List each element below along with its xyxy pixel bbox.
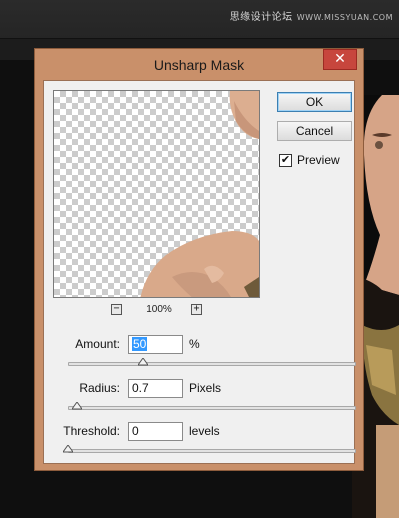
threshold-slider-thumb[interactable]: [63, 445, 73, 453]
watermark-text: 思缘设计论坛: [229, 12, 293, 23]
watermark: 思缘设计论坛 WWW.MISSYUAN.COM: [230, 8, 393, 23]
minus-icon: −: [113, 303, 120, 314]
photoshop-options-bar: 思缘设计论坛 WWW.MISSYUAN.COM: [0, 0, 399, 39]
preview-label: Preview: [297, 153, 340, 167]
watermark-url: WWW.MISSYUAN.COM: [296, 13, 393, 22]
threshold-value: 0: [132, 424, 139, 438]
radius-value: 0.7: [132, 381, 149, 395]
threshold-input[interactable]: 0: [128, 422, 183, 441]
threshold-slider-track[interactable]: [68, 449, 356, 453]
close-button[interactable]: ✕: [323, 49, 357, 70]
amount-unit: %: [189, 337, 200, 351]
close-icon: ✕: [334, 51, 346, 67]
zoom-level: 100%: [146, 304, 172, 315]
dialog-body: − 100% + OK Cancel ✔ Preview Amount: 50 …: [43, 80, 356, 464]
cancel-button[interactable]: Cancel: [277, 121, 352, 141]
radius-unit: Pixels: [189, 381, 222, 395]
zoom-out-button[interactable]: −: [111, 304, 122, 315]
ok-button[interactable]: OK: [277, 92, 352, 112]
checkmark-icon: ✔: [280, 154, 291, 166]
amount-slider-thumb[interactable]: [137, 358, 148, 366]
unsharp-mask-dialog: Unsharp Mask ✕ − 100% + OK Cancel ✔ Prev…: [34, 48, 364, 471]
radius-slider-track[interactable]: [68, 406, 356, 410]
plus-icon: +: [193, 303, 200, 314]
radius-label: Radius:: [79, 381, 120, 395]
preview-pane[interactable]: [53, 90, 260, 298]
zoom-in-button[interactable]: +: [191, 304, 202, 315]
amount-slider-track[interactable]: [68, 362, 356, 366]
radius-slider-thumb[interactable]: [71, 402, 82, 410]
dialog-titlebar[interactable]: Unsharp Mask ✕: [35, 49, 363, 79]
threshold-label: Threshold:: [63, 424, 120, 438]
preview-checkbox[interactable]: ✔: [279, 154, 292, 167]
amount-input[interactable]: 50: [128, 335, 183, 354]
threshold-unit: levels: [189, 424, 220, 438]
radius-input[interactable]: 0.7: [128, 379, 183, 398]
dialog-title: Unsharp Mask: [153, 57, 245, 73]
amount-value: 50: [132, 337, 148, 351]
zoom-controls: − 100% +: [53, 304, 260, 318]
amount-label: Amount:: [75, 337, 120, 351]
